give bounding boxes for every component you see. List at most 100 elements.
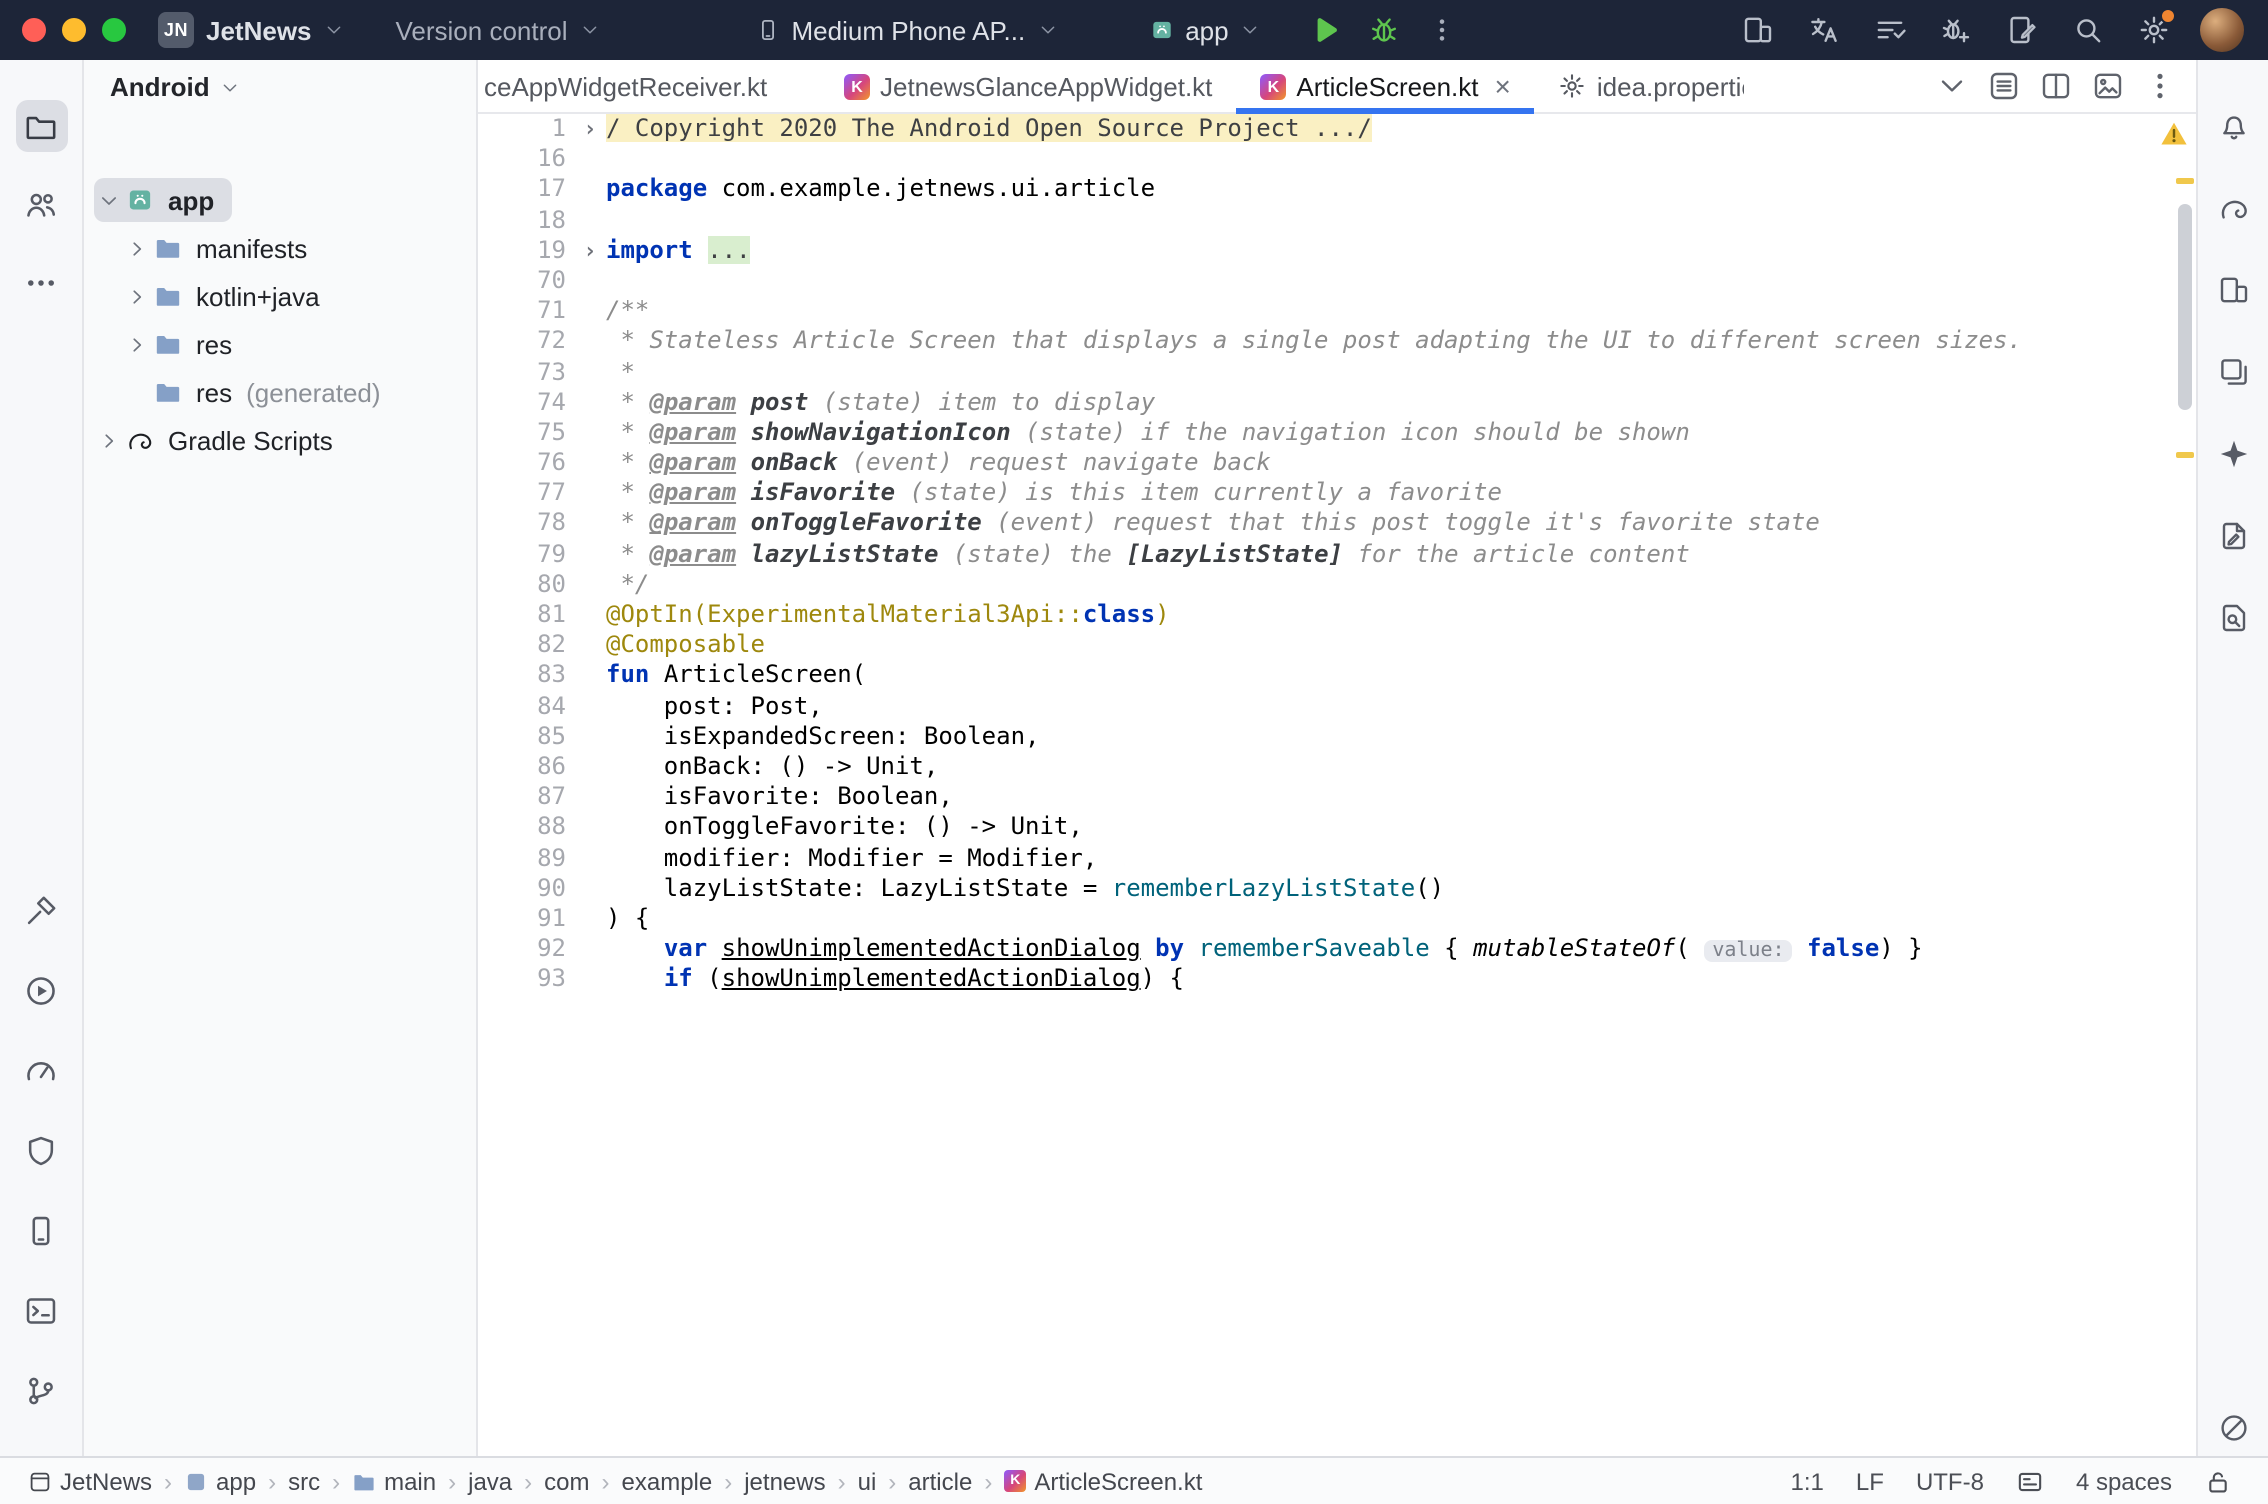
breadcrumb-item-app[interactable]: app (184, 1467, 256, 1495)
device-phone-button[interactable] (15, 1204, 67, 1256)
zoom-window-button[interactable] (102, 18, 126, 42)
project-folder-button[interactable] (15, 100, 67, 152)
chevron-right-icon[interactable] (126, 333, 148, 355)
project-view-selector[interactable]: Android (84, 60, 476, 114)
vcs-widget[interactable]: Version control (396, 15, 600, 45)
code-text: * @param isFavorite (state) is this item… (606, 479, 1502, 509)
breadcrumb-item-jetnews[interactable]: JetNews (28, 1467, 152, 1495)
breadcrumb-item-jetnews[interactable]: jetnews (744, 1467, 825, 1495)
tab-options-icon[interactable] (2144, 70, 2176, 102)
fold-marker-icon[interactable]: › (574, 236, 606, 266)
encoding-widget[interactable]: UTF-8 (1916, 1467, 1984, 1495)
git-branch-button[interactable] (15, 1364, 67, 1416)
tree-item-res[interactable]: res(generated) (84, 368, 476, 416)
chevron-right-icon[interactable] (98, 429, 120, 451)
minimize-window-button[interactable] (62, 18, 86, 42)
tree-item-gradle-scripts[interactable]: Gradle Scripts (84, 416, 476, 464)
running-devices-button[interactable] (2209, 348, 2257, 396)
editor-scrollbar[interactable] (2178, 204, 2192, 410)
chevron-down-icon[interactable] (98, 189, 120, 211)
breadcrumb-item-main[interactable]: main (352, 1467, 436, 1495)
code-line: 82@Composable (478, 630, 2196, 660)
user-avatar[interactable] (2200, 8, 2244, 52)
breadcrumb-item-src[interactable]: src (288, 1467, 320, 1495)
project-tool-window: Android appmanifestskotlin+javaresres(ge… (84, 60, 478, 1456)
breadcrumb-item-example[interactable]: example (622, 1467, 713, 1495)
breadcrumb-item-java[interactable]: java (468, 1467, 512, 1495)
profiler-gauge-icon (24, 1053, 58, 1087)
run-button[interactable] (1309, 14, 1341, 46)
list-view-icon[interactable] (1988, 70, 2020, 102)
app-inspection-button[interactable] (2209, 594, 2257, 642)
gradle-button[interactable] (2209, 184, 2257, 232)
preview-image-icon[interactable] (2092, 70, 2124, 102)
code-text: isFavorite: Boolean, (606, 782, 953, 812)
edit-document-button[interactable] (2002, 10, 2042, 50)
profiler-gauge-button[interactable] (15, 1044, 67, 1096)
breadcrumb-item-ui[interactable]: ui (858, 1467, 877, 1495)
indent-widget-icon[interactable] (2016, 1467, 2044, 1495)
editor-tab-articlescreen-kt[interactable]: KArticleScreen.kt× (1236, 60, 1534, 112)
device-manager-button[interactable] (2209, 266, 2257, 314)
settings-button[interactable] (2134, 10, 2174, 50)
more-horizontal-button[interactable] (15, 256, 67, 308)
code-text: / Copyright 2020 The Android Open Source… (606, 114, 1372, 144)
caret-position-widget[interactable]: 1:1 (1791, 1467, 1824, 1495)
close-window-button[interactable] (22, 18, 46, 42)
line-separator-widget[interactable]: LF (1856, 1467, 1884, 1495)
attach-debugger-button[interactable] (1936, 10, 1976, 50)
breadcrumb-item-article[interactable]: article (908, 1467, 972, 1495)
project-widget[interactable]: JN JetNews (158, 12, 344, 48)
project-window-icon (28, 1469, 52, 1493)
tree-item-app[interactable]: app (84, 176, 476, 224)
chevron-right-icon[interactable] (126, 285, 148, 307)
code-editor[interactable]: 1›/ Copyright 2020 The Android Open Sour… (478, 114, 2196, 1456)
breadcrumb-label: src (288, 1467, 320, 1495)
attach-debugger-icon (1940, 14, 1972, 46)
chevron-right-icon[interactable] (126, 237, 148, 259)
fold-gutter (574, 570, 606, 600)
debug-button[interactable] (1369, 14, 1401, 46)
editor-tab-idea-properties[interactable]: idea.properties (1535, 60, 1745, 112)
line-number: 73 (478, 357, 574, 387)
layout-inspector-button[interactable] (2209, 512, 2257, 560)
filter-lines-button[interactable] (1870, 10, 1910, 50)
run-circle-button[interactable] (15, 964, 67, 1016)
tree-item-kotlin-java[interactable]: kotlin+java (84, 272, 476, 320)
editor-pane: ceAppWidgetReceiver.ktKJetnewsGlanceAppW… (478, 60, 2196, 1456)
editor-tab-jetnewsglanceappwidget-kt[interactable]: KJetnewsGlanceAppWidget.kt (820, 60, 1236, 112)
split-editor-icon[interactable] (2040, 70, 2072, 102)
build-hammer-button[interactable] (15, 884, 67, 936)
problems-button[interactable] (2209, 1404, 2257, 1452)
line-number: 85 (478, 722, 574, 752)
run-configuration-selector[interactable]: app (1149, 15, 1260, 45)
breadcrumb-item-articlescreen-kt[interactable]: KArticleScreen.kt (1004, 1467, 1202, 1495)
indent-setting-widget[interactable]: 4 spaces (2076, 1467, 2172, 1495)
tree-item-manifests[interactable]: manifests (84, 224, 476, 272)
people-button[interactable] (15, 178, 67, 230)
code-text: import ... (606, 236, 751, 266)
translate-button[interactable] (1804, 10, 1844, 50)
device-manager-button[interactable] (1738, 10, 1778, 50)
search-button[interactable] (2068, 10, 2108, 50)
gemini-sparkle-button[interactable] (2209, 430, 2257, 478)
close-tab-icon[interactable]: × (1495, 72, 1511, 100)
notifications-bell-button[interactable] (2209, 102, 2257, 150)
warning-stripe-mark[interactable] (2176, 178, 2194, 184)
editor-tab-ceappwidgetreceiver-kt[interactable]: ceAppWidgetReceiver.kt (478, 60, 820, 112)
inspection-warning-icon[interactable] (2160, 120, 2188, 148)
device-selector[interactable]: Medium Phone AP... (756, 15, 1058, 45)
hidden-tabs-chevron-icon[interactable] (1936, 70, 1968, 102)
fold-marker-icon[interactable]: › (574, 114, 606, 144)
tree-item-content: res (122, 322, 250, 366)
tree-item-res[interactable]: res (84, 320, 476, 368)
readonly-toggle-icon[interactable] (2204, 1467, 2232, 1495)
breadcrumb-item-com[interactable]: com (544, 1467, 589, 1495)
warning-stripe-mark[interactable] (2176, 452, 2194, 458)
terminal-button[interactable] (15, 1284, 67, 1336)
code-line: 81@OptIn(ExperimentalMaterial3Api::class… (478, 600, 2196, 630)
more-actions-button[interactable] (1429, 16, 1457, 44)
search-icon (2072, 14, 2104, 46)
shield-button[interactable] (15, 1124, 67, 1176)
line-number: 17 (478, 175, 574, 205)
